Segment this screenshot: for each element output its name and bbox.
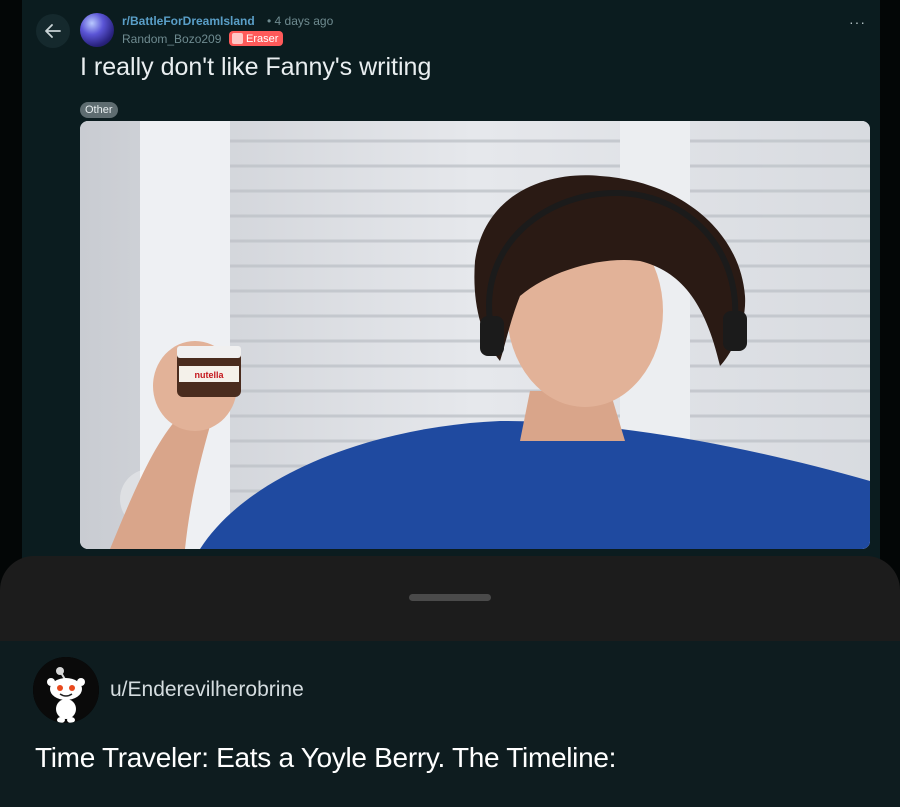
arrow-left-icon	[45, 24, 61, 38]
comment-panel	[0, 641, 900, 807]
subreddit-name[interactable]: r/BattleForDreamIsland	[122, 14, 255, 28]
post-screenshot: r/BattleForDreamIsland • 4 days ago Rand…	[22, 0, 880, 560]
snoo-avatar-icon	[33, 657, 99, 723]
post-author[interactable]: Random_Bozo209	[122, 32, 221, 46]
more-dots-icon[interactable]: ···	[849, 14, 866, 30]
bottom-sheet	[0, 556, 900, 646]
drag-handle[interactable]	[409, 594, 491, 601]
avatar[interactable]	[33, 657, 99, 723]
post-title: I really don't like Fanny's writing	[80, 53, 432, 81]
photo-illustration: nutella	[80, 121, 870, 549]
comment-text: Time Traveler: Eats a Yoyle Berry. The T…	[35, 742, 617, 773]
user-flair: Eraser	[229, 31, 284, 46]
comment-username[interactable]: u/Enderevilherobrine	[110, 678, 304, 702]
post-tag[interactable]: Other	[80, 102, 118, 118]
eraser-icon	[232, 33, 243, 44]
svg-text:nutella: nutella	[194, 370, 224, 380]
back-button[interactable]	[36, 14, 70, 48]
post-image[interactable]: nutella	[80, 121, 870, 549]
post-timestamp: • 4 days ago	[267, 14, 334, 28]
flair-label: Eraser	[246, 32, 279, 45]
subreddit-avatar[interactable]	[80, 13, 114, 47]
